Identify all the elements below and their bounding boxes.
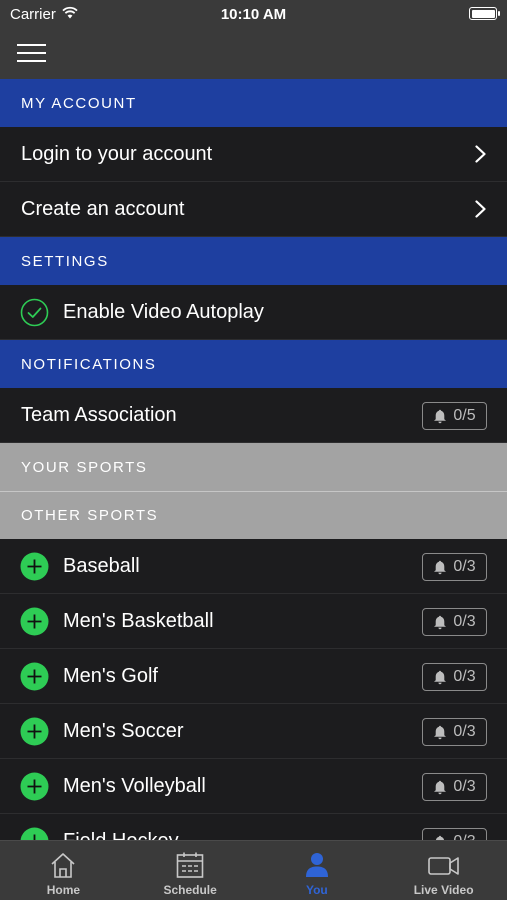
notification-count-badge[interactable]: 0/3 xyxy=(422,773,487,801)
person-icon xyxy=(305,853,328,877)
hamburger-menu-icon[interactable] xyxy=(17,44,46,62)
tab-live-video[interactable]: Live Video xyxy=(380,841,507,900)
login-label: Login to your account xyxy=(21,142,213,165)
sport-row-mens-soccer[interactable]: Men's Soccer 0/3 xyxy=(0,704,507,759)
battery-icon xyxy=(469,7,500,20)
tab-home[interactable]: Home xyxy=(0,841,127,900)
create-account-label: Create an account xyxy=(21,197,185,220)
sport-label: Baseball xyxy=(63,554,140,577)
tab-you[interactable]: You xyxy=(254,841,381,900)
nav-bar xyxy=(0,28,507,79)
notification-count-badge[interactable]: 0/3 xyxy=(422,663,487,691)
sport-label: Men's Soccer xyxy=(63,719,184,742)
video-autoplay-label: Enable Video Autoplay xyxy=(63,300,264,323)
chevron-right-icon xyxy=(475,145,486,163)
add-circle-icon[interactable] xyxy=(20,827,49,842)
bell-icon xyxy=(434,780,447,794)
notification-count-badge[interactable]: 0/3 xyxy=(422,553,487,581)
sport-row-mens-golf[interactable]: Men's Golf 0/3 xyxy=(0,649,507,704)
notification-count: 0/3 xyxy=(453,668,476,685)
section-header-my-account: MY ACCOUNT xyxy=(0,79,507,127)
add-circle-icon[interactable] xyxy=(20,607,49,636)
sport-row-mens-volleyball[interactable]: Men's Volleyball 0/3 xyxy=(0,759,507,814)
add-circle-icon[interactable] xyxy=(20,662,49,691)
notification-count: 0/3 xyxy=(453,558,476,575)
section-header-notifications: NOTIFICATIONS xyxy=(0,340,507,388)
tab-label: You xyxy=(305,883,328,897)
sport-label: Men's Golf xyxy=(63,664,158,687)
bell-icon xyxy=(434,725,447,739)
notification-count-badge[interactable]: 0/3 xyxy=(422,608,487,636)
status-time: 10:10 AM xyxy=(220,6,287,23)
video-camera-icon xyxy=(427,857,459,875)
sport-row-field-hockey[interactable]: Field Hockey 0/3 xyxy=(0,814,507,841)
sport-row-mens-basketball[interactable]: Men's Basketball 0/3 xyxy=(0,594,507,649)
tab-label: Live Video xyxy=(413,883,474,897)
status-bar: Carrier 10:10 AM xyxy=(0,0,507,28)
settings-list: MY ACCOUNT Login to your account Create … xyxy=(0,79,507,841)
checkmark-circle-icon[interactable] xyxy=(20,298,49,327)
section-header-settings: SETTINGS xyxy=(0,237,507,285)
tab-schedule[interactable]: Schedule xyxy=(127,841,254,900)
notification-count: 0/3 xyxy=(453,613,476,630)
notification-count: 0/3 xyxy=(453,778,476,795)
tab-bar: Home Schedule You Live Video xyxy=(0,840,507,900)
bell-icon xyxy=(434,560,447,574)
bell-icon xyxy=(434,409,447,423)
section-header-your-sports: YOUR SPORTS xyxy=(0,443,507,491)
add-circle-icon[interactable] xyxy=(20,772,49,801)
tab-label: Home xyxy=(46,883,81,897)
notification-count: 0/5 xyxy=(453,407,476,424)
team-association-row[interactable]: Team Association 0/5 xyxy=(0,388,507,443)
notification-count-badge[interactable]: 0/3 xyxy=(422,718,487,746)
sport-row-baseball[interactable]: Baseball 0/3 xyxy=(0,539,507,594)
tab-label: Schedule xyxy=(163,883,217,897)
calendar-icon xyxy=(176,852,204,878)
bell-icon xyxy=(434,615,447,629)
home-icon xyxy=(51,853,75,878)
sport-label: Men's Basketball xyxy=(63,609,214,632)
chevron-right-icon xyxy=(475,200,486,218)
notification-count-badge[interactable]: 0/5 xyxy=(422,402,487,430)
video-autoplay-row[interactable]: Enable Video Autoplay xyxy=(0,285,507,340)
notification-count: 0/3 xyxy=(453,723,476,740)
create-account-row[interactable]: Create an account xyxy=(0,182,507,237)
team-association-label: Team Association xyxy=(21,403,177,426)
bell-icon xyxy=(434,670,447,684)
login-row[interactable]: Login to your account xyxy=(0,127,507,182)
section-header-other-sports: OTHER SPORTS xyxy=(0,491,507,539)
add-circle-icon[interactable] xyxy=(20,717,49,746)
sport-label: Men's Volleyball xyxy=(63,774,206,797)
add-circle-icon[interactable] xyxy=(20,552,49,581)
